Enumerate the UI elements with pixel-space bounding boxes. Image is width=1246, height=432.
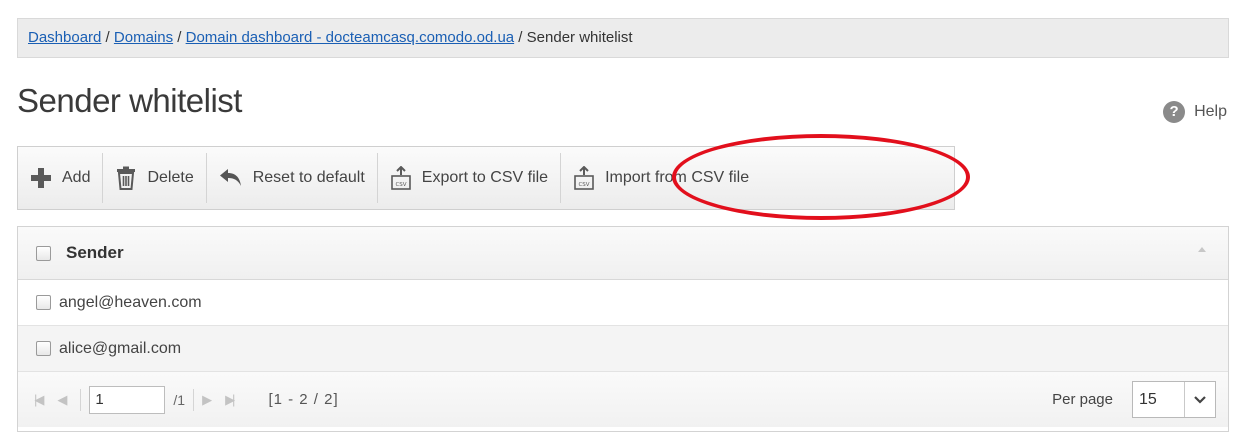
chevron-down-icon[interactable] — [1184, 382, 1215, 417]
csv-import-icon: CSV — [573, 166, 595, 190]
svg-text:CSV: CSV — [579, 182, 590, 188]
last-page-icon[interactable]: ▶| — [225, 392, 236, 408]
breadcrumb-link-domain-dashboard[interactable]: Domain dashboard - docteamcasq.comodo.od… — [186, 29, 515, 46]
export-label: Export to CSV file — [421, 169, 549, 186]
help-label: Help — [1194, 103, 1227, 120]
column-header-sender[interactable]: Sender — [66, 243, 124, 263]
table-row[interactable]: alice@gmail.com — [18, 326, 1228, 372]
sender-cell: alice@gmail.com — [59, 339, 182, 357]
plus-icon — [30, 167, 52, 189]
record-range: [1 - 2 / 2] — [268, 391, 339, 408]
export-csv-button[interactable]: CSV Export to CSV file — [378, 153, 562, 203]
row-checkbox[interactable] — [36, 341, 51, 356]
breadcrumb-link-dashboard[interactable]: Dashboard — [28, 29, 101, 46]
breadcrumb: Dashboard / Domains / Domain dashboard -… — [17, 18, 1229, 58]
divider — [193, 388, 195, 411]
sender-table: Sender angel@heaven.com alice@gmail.com … — [17, 226, 1229, 432]
per-page-select[interactable]: 15 — [1132, 381, 1216, 418]
prev-page-icon[interactable]: ◀ — [57, 392, 67, 408]
total-pages: /1 — [173, 391, 186, 408]
row-checkbox[interactable] — [36, 295, 51, 310]
sort-arrow-icon[interactable] — [1198, 247, 1206, 252]
import-csv-button[interactable]: CSV Import from CSV file — [561, 153, 761, 203]
per-page-label: Per page — [1052, 391, 1113, 408]
table-row[interactable]: angel@heaven.com — [18, 280, 1228, 326]
pagination-bar: |◀ ◀ 1 /1 ▶ ▶| [1 - 2 / 2] Per page 15 — [18, 372, 1228, 427]
add-button[interactable]: Add — [18, 153, 104, 203]
toolbar: Add Delete Reset to default CSV Export t… — [17, 146, 955, 210]
select-all-checkbox[interactable] — [36, 245, 51, 261]
reset-to-default-button[interactable]: Reset to default — [207, 153, 378, 203]
next-page-icon[interactable]: ▶ — [202, 392, 212, 408]
divider — [80, 388, 82, 411]
reset-label: Reset to default — [252, 169, 365, 186]
per-page-value: 15 — [1139, 390, 1157, 408]
page-number-input[interactable]: 1 — [89, 385, 166, 414]
question-circle-icon: ? — [1163, 101, 1186, 123]
svg-text:CSV: CSV — [395, 182, 406, 188]
trash-icon — [115, 166, 137, 190]
sender-cell: angel@heaven.com — [59, 293, 202, 311]
delete-button[interactable]: Delete — [103, 153, 207, 203]
table-header: Sender — [18, 227, 1228, 280]
per-page-control: Per page 15 — [1052, 381, 1216, 418]
breadcrumb-separator: / — [101, 29, 114, 46]
import-label: Import from CSV file — [605, 169, 750, 186]
breadcrumb-separator: / — [514, 29, 527, 46]
breadcrumb-link-domains[interactable]: Domains — [114, 29, 173, 46]
help-link[interactable]: ? Help — [1163, 101, 1227, 123]
delete-label: Delete — [147, 169, 194, 186]
breadcrumb-current: Sender whitelist — [526, 29, 633, 46]
csv-export-icon: CSV — [390, 166, 412, 190]
first-page-icon[interactable]: |◀ — [34, 392, 45, 408]
breadcrumb-separator: / — [173, 29, 186, 46]
undo-arrow-icon — [219, 168, 243, 188]
add-label: Add — [62, 169, 91, 186]
page-title: Sender whitelist — [17, 82, 242, 119]
